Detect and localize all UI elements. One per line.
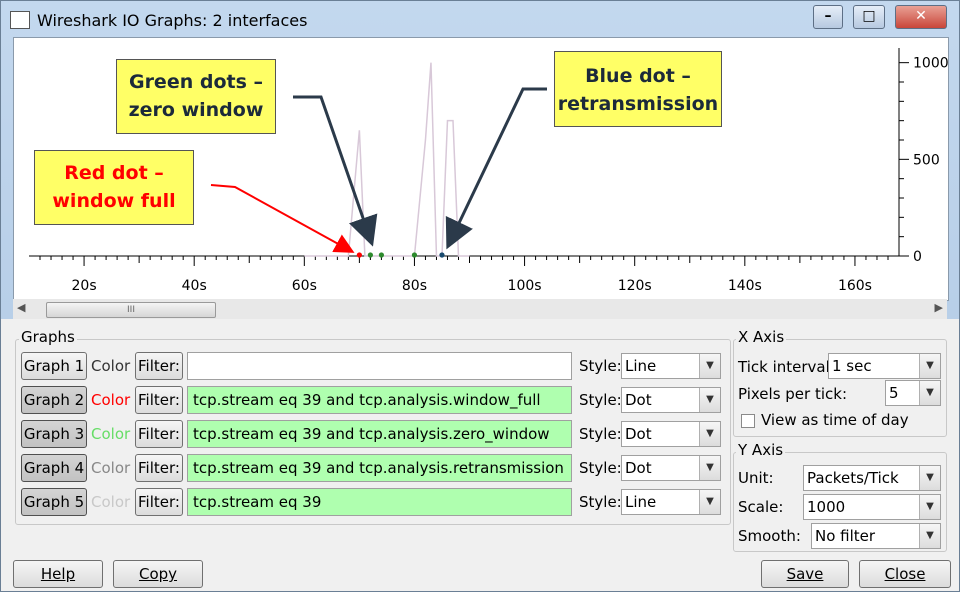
graph-style-value: Dot [625, 425, 652, 443]
save-button[interactable]: Save [761, 560, 849, 588]
scroll-thumb[interactable]: III [46, 302, 216, 318]
chevron-down-icon: ▼ [919, 381, 940, 405]
graph-color-label[interactable]: Color [91, 352, 130, 380]
arrow-red [210, 184, 355, 253]
x-axis-legend: X Axis [736, 328, 787, 346]
settings-panel: Graphs Graph 1 Color Filter: Style: Line ▼ Gra… [1, 319, 959, 591]
tick-interval-value: 1 sec [832, 357, 872, 375]
help-button-label: Help [40, 565, 76, 583]
scale-value: 1000 [807, 498, 846, 516]
graph-toggle-button[interactable]: Graph 1 [21, 352, 87, 380]
scroll-right-icon[interactable]: ▶ [935, 301, 943, 314]
graph-style-select[interactable]: Dot ▼ [621, 387, 721, 413]
close-button-label: Close [884, 565, 926, 583]
unit-select[interactable]: Packets/Tick ▼ [803, 465, 941, 491]
graph-style-select[interactable]: Dot ▼ [621, 421, 721, 447]
graphs-group-legend: Graphs [19, 328, 77, 346]
copy-button-label: Copy [138, 565, 178, 583]
help-button[interactable]: Help [13, 560, 103, 588]
graph-toggle-button[interactable]: Graph 2 [21, 386, 87, 414]
pixels-per-tick-value: 5 [889, 384, 899, 402]
arrow-blue [445, 87, 547, 250]
chevron-down-icon: ▼ [919, 354, 940, 378]
scroll-left-icon[interactable]: ◀ [17, 301, 25, 314]
chevron-down-icon: ▼ [699, 354, 720, 378]
tick-interval-select[interactable]: 1 sec ▼ [828, 353, 941, 379]
graph-toggle-button[interactable]: Graph 4 [21, 454, 87, 482]
tick-interval-label: Tick interval: [738, 358, 835, 376]
graph-filter-field[interactable]: tcp.stream eq 39 and tcp.analysis.zero_w… [187, 420, 572, 448]
scale-label: Scale: [738, 498, 784, 516]
graph-filter-field[interactable]: tcp.stream eq 39 and tcp.analysis.window… [187, 386, 572, 414]
graph-style-select[interactable]: Line ▼ [621, 489, 721, 515]
graph-style-value: Dot [625, 391, 652, 409]
copy-button[interactable]: Copy [113, 560, 203, 588]
graph-filter-field[interactable] [187, 352, 572, 380]
graph-color-label[interactable]: Color [91, 454, 130, 482]
chevron-down-icon: ▼ [919, 466, 940, 490]
graph-filter-button[interactable]: Filter: [135, 352, 183, 380]
smooth-label: Smooth: [738, 527, 801, 545]
chevron-down-icon: ▼ [699, 490, 720, 514]
chevron-down-icon: ▼ [699, 388, 720, 412]
graph-style-value: Line [625, 357, 657, 375]
graph-horizontal-scrollbar[interactable]: ◀ III ▶ [13, 299, 947, 319]
graph-filter-button[interactable]: Filter: [135, 420, 183, 448]
graph-style-select[interactable]: Line ▼ [621, 353, 721, 379]
smooth-select[interactable]: No filter ▼ [811, 523, 941, 549]
graph-style-value: Dot [625, 459, 652, 477]
graph-style-label: Style: [579, 391, 622, 409]
graph-filter-button[interactable]: Filter: [135, 454, 183, 482]
graph-filter-button[interactable]: Filter: [135, 386, 183, 414]
time-of-day-checkbox[interactable] [741, 414, 755, 428]
graph-toggle-button[interactable]: Graph 3 [21, 420, 87, 448]
graph-filter-button[interactable]: Filter: [135, 488, 183, 516]
graph-style-label: Style: [579, 425, 622, 443]
graph-filter-field[interactable]: tcp.stream eq 39 [187, 488, 572, 516]
chevron-down-icon: ▼ [919, 495, 940, 519]
pixels-per-tick-select[interactable]: 5 ▼ [885, 380, 941, 406]
graph-style-select[interactable]: Dot ▼ [621, 455, 721, 481]
time-of-day-label[interactable]: View as time of day [761, 406, 909, 434]
graph-style-label: Style: [579, 357, 622, 375]
graph-style-label: Style: [579, 459, 622, 477]
pixels-per-tick-label: Pixels per tick: [738, 385, 847, 403]
graph-color-label[interactable]: Color [91, 420, 130, 448]
callout-arrows [210, 87, 547, 253]
y-axis-legend: Y Axis [736, 441, 786, 459]
unit-label: Unit: [738, 469, 774, 487]
graph-color-label[interactable]: Color [91, 488, 130, 516]
graph-style-value: Line [625, 493, 657, 511]
chevron-down-icon: ▼ [699, 422, 720, 446]
graph-filter-field[interactable]: tcp.stream eq 39 and tcp.analysis.retran… [187, 454, 572, 482]
chevron-down-icon: ▼ [919, 524, 940, 548]
graph-style-label: Style: [579, 493, 622, 511]
chevron-down-icon: ▼ [699, 456, 720, 480]
unit-value: Packets/Tick [807, 469, 899, 487]
close-button[interactable]: Close [859, 560, 951, 588]
arrow-green [293, 95, 378, 247]
scale-select[interactable]: 1000 ▼ [803, 494, 941, 520]
graph-color-label[interactable]: Color [91, 386, 130, 414]
save-button-label: Save [786, 565, 824, 583]
smooth-value: No filter [815, 527, 876, 545]
graph-toggle-button[interactable]: Graph 5 [21, 488, 87, 516]
io-graphs-window: Wireshark IO Graphs: 2 interfaces – □ ✕ … [0, 0, 960, 592]
